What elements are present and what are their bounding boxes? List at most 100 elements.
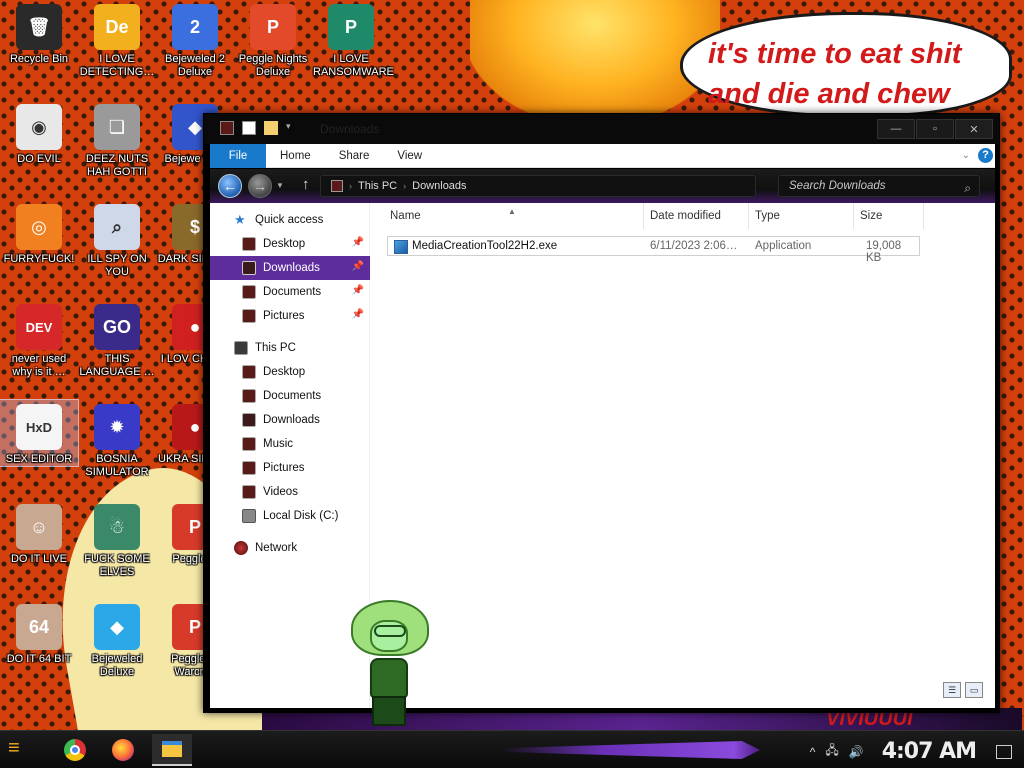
tab-file[interactable]: File bbox=[210, 143, 266, 168]
desktop-icon[interactable]: ◆ Bejeweled Deluxe bbox=[78, 600, 156, 679]
desktop-icon[interactable]: ◎ FURRYFUCK! bbox=[0, 200, 78, 266]
desktop-icon[interactable]: DEV never used why is it … bbox=[0, 300, 78, 379]
breadcrumb-downloads[interactable]: Downloads bbox=[412, 180, 466, 192]
nav-pc-pictures[interactable]: Pictures bbox=[210, 456, 370, 480]
volume-icon[interactable]: 🔊 bbox=[849, 745, 864, 759]
nav-this-pc[interactable]: This PC bbox=[210, 336, 370, 360]
breadcrumb[interactable]: › This PC › Downloads bbox=[320, 175, 756, 197]
tab-share[interactable]: Share bbox=[325, 144, 384, 168]
desktop-icon[interactable]: ☃ FUCK SOME ELVES bbox=[78, 500, 156, 579]
breadcrumb-this-pc[interactable]: This PC bbox=[358, 180, 397, 192]
nav-pc-music[interactable]: Music bbox=[210, 432, 370, 456]
pin-icon[interactable]: 📌 bbox=[352, 285, 364, 296]
column-header-name[interactable]: ▲ Name bbox=[374, 203, 644, 229]
taskbar-chrome[interactable] bbox=[55, 734, 95, 766]
desktop-icon-label: DO EVIL bbox=[17, 153, 61, 165]
search-icon[interactable]: ⌕ bbox=[964, 178, 971, 198]
nav-pc-downloads[interactable]: Downloads bbox=[210, 408, 370, 432]
nav-quick-desktop[interactable]: Desktop 📌 bbox=[210, 232, 370, 256]
properties-icon[interactable] bbox=[242, 121, 256, 135]
publisher-icon: P bbox=[328, 4, 374, 50]
desktop-icon[interactable]: P I LOVE RANSOMWARE bbox=[312, 0, 394, 79]
taskbar-firefox[interactable] bbox=[103, 734, 143, 766]
goland-icon: GO bbox=[94, 304, 140, 350]
pin-icon[interactable]: 📌 bbox=[352, 261, 364, 272]
expand-ribbon-icon[interactable]: ⌄ bbox=[962, 150, 970, 161]
desktop-icon[interactable]: ☺ DO IT LIVE bbox=[0, 500, 78, 566]
nav-quick-downloads[interactable]: Downloads 📌 bbox=[210, 256, 370, 280]
column-label: Size bbox=[860, 210, 883, 222]
start-button[interactable]: ≡ bbox=[8, 737, 38, 763]
minimize-button[interactable]: — bbox=[877, 119, 915, 139]
back-button[interactable]: ← bbox=[218, 174, 242, 198]
close-button[interactable]: ✕ bbox=[955, 119, 993, 139]
clock[interactable]: 4:07 AM bbox=[882, 739, 977, 764]
stacked-windows-icon: ❏ bbox=[94, 104, 140, 150]
desktop-icon-label: never used why is it … bbox=[11, 353, 67, 378]
details-view-icon: ☰ bbox=[947, 685, 957, 695]
desktop-icon[interactable]: ◉ DO EVIL bbox=[0, 100, 78, 166]
pin-icon[interactable]: 📌 bbox=[352, 309, 364, 320]
character-visor bbox=[374, 625, 406, 637]
nav-pc-local-disk[interactable]: Local Disk (C:) bbox=[210, 504, 370, 528]
title-bar[interactable]: ▾ Downloads — ▫ ✕ bbox=[204, 114, 999, 144]
tab-view[interactable]: View bbox=[383, 144, 436, 168]
character-body bbox=[370, 658, 408, 698]
nav-label: Desktop bbox=[263, 238, 306, 250]
chevron-up-icon[interactable]: ^ bbox=[810, 745, 816, 759]
nav-pc-documents[interactable]: Documents bbox=[210, 384, 370, 408]
breadcrumb-separator-icon: › bbox=[349, 181, 352, 191]
wallpaper-speech-text: it's time to eat shit and die and chew bbox=[708, 38, 962, 110]
recent-locations-dropdown[interactable]: ▼ bbox=[276, 181, 284, 190]
nav-network[interactable]: Network bbox=[210, 536, 370, 560]
file-explorer-window[interactable]: ▾ Downloads — ▫ ✕ File Home Share View ⌄… bbox=[203, 113, 1000, 713]
star-icon: ★ bbox=[234, 212, 246, 227]
nav-pc-videos[interactable]: Videos bbox=[210, 480, 370, 504]
desktop-icon[interactable]: ⌕ ILL SPY ON YOU bbox=[78, 200, 156, 279]
desktop-icon[interactable]: 2 Bejeweled 2 Deluxe bbox=[156, 0, 234, 79]
nav-pc-desktop[interactable]: Desktop bbox=[210, 360, 370, 384]
network-tray-icon[interactable]: 🖧 bbox=[825, 741, 838, 762]
details-view-button[interactable]: ☰ bbox=[943, 682, 961, 698]
nav-quick-access[interactable]: ★ Quick access bbox=[210, 208, 370, 232]
maximize-button[interactable]: ▫ bbox=[916, 119, 954, 139]
desktop-icon[interactable]: HxD SEX EDITOR bbox=[0, 399, 79, 467]
column-header-date[interactable]: Date modified bbox=[644, 203, 749, 229]
desktop-icon[interactable]: P Peggle Nights Deluxe bbox=[234, 0, 312, 79]
tab-home[interactable]: Home bbox=[266, 144, 325, 168]
taskbar-file-explorer[interactable] bbox=[152, 734, 192, 766]
desktop-icon[interactable]: 64 DO IT 64 BIT bbox=[0, 600, 78, 666]
pictures-folder-icon bbox=[242, 461, 256, 475]
nav-quick-pictures[interactable]: Pictures 📌 bbox=[210, 304, 370, 328]
up-button[interactable]: ↑ bbox=[302, 176, 310, 193]
desktop-icon[interactable]: GO THIS LANGUAGE … bbox=[78, 300, 156, 379]
address-bar: ← → ▼ ↑ › This PC › Downloads Search Dow… bbox=[210, 169, 995, 203]
large-icons-view-icon: ▭ bbox=[969, 685, 979, 695]
desktop-icon-label: BOSNIA SIMULATOR bbox=[85, 453, 149, 478]
desktop-icon[interactable]: 🗑 Recycle Bin bbox=[0, 0, 78, 66]
column-header-size[interactable]: Size bbox=[854, 203, 924, 229]
desktop-icon-label: I LOVE DETECTING… bbox=[79, 53, 155, 78]
chrome-icon bbox=[64, 739, 86, 761]
desktop-icon[interactable]: ❏ DEEZ NUTS HAH GOTTI bbox=[78, 100, 156, 179]
desktop-icon-label: I LOVE RANSOMWARE bbox=[313, 53, 394, 78]
peridot-desktop-buddy[interactable] bbox=[348, 600, 432, 728]
chrome-icon: ◉ bbox=[16, 104, 62, 150]
qat-dropdown-icon[interactable]: ▾ bbox=[286, 121, 300, 135]
search-input[interactable]: Search Downloads ⌕ bbox=[778, 175, 980, 197]
notification-center-icon[interactable] bbox=[996, 744, 1012, 759]
large-icons-view-button[interactable]: ▭ bbox=[965, 682, 983, 698]
new-folder-icon[interactable] bbox=[264, 121, 278, 135]
column-header-type[interactable]: Type bbox=[749, 203, 854, 229]
nav-quick-documents[interactable]: Documents 📌 bbox=[210, 280, 370, 304]
file-row[interactable]: MediaCreationTool22H2.exe 6/11/2023 2:06… bbox=[387, 236, 920, 264]
desktop-icon[interactable]: De I LOVE DETECTING… bbox=[78, 0, 156, 79]
forward-button[interactable]: → bbox=[248, 174, 272, 198]
explorer-app-icon[interactable] bbox=[220, 121, 234, 135]
help-icon[interactable]: ? bbox=[978, 148, 993, 163]
desktop-icon-label: THIS LANGUAGE … bbox=[79, 353, 155, 378]
nav-label: Downloads bbox=[263, 262, 320, 274]
pin-icon[interactable]: 📌 bbox=[352, 237, 364, 248]
sort-ascending-icon: ▲ bbox=[508, 207, 516, 216]
desktop-icon[interactable]: ✹ BOSNIA SIMULATOR bbox=[78, 400, 156, 479]
